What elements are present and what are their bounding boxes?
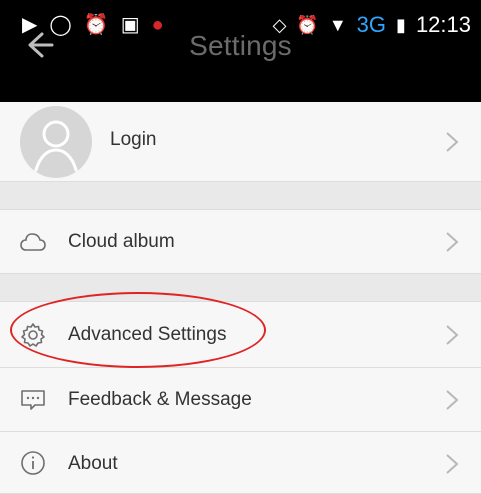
user-avatar-icon — [20, 106, 92, 178]
info-icon — [21, 451, 45, 475]
section-separator — [0, 274, 481, 302]
chevron-right-icon — [446, 454, 459, 474]
login-row[interactable]: Login — [0, 102, 481, 182]
cloud-album-label: Cloud album — [68, 231, 175, 252]
feedback-row[interactable]: Feedback & Message — [0, 368, 481, 432]
chat-bubble-icon — [21, 390, 45, 410]
chevron-right-icon — [446, 390, 459, 410]
gear-icon — [21, 323, 45, 347]
about-label: About — [68, 453, 118, 474]
chevron-right-icon — [446, 232, 459, 252]
feedback-label: Feedback & Message — [68, 389, 252, 410]
chevron-right-icon — [446, 132, 459, 152]
chevron-right-icon — [446, 325, 459, 345]
section-separator — [0, 182, 481, 210]
page-title: Settings — [189, 30, 292, 61]
app-top-bar: ▶ ◯ ⏰ ▣ ● ◇ ⏰ ▼ 3G ▮ 12:13 Settings — [0, 0, 481, 102]
about-row[interactable]: About — [0, 432, 481, 494]
cloud-icon — [20, 233, 46, 251]
cloud-album-row[interactable]: Cloud album — [0, 210, 481, 274]
advanced-settings-label: Advanced Settings — [68, 324, 227, 345]
login-label: Login — [110, 129, 157, 150]
advanced-settings-row[interactable]: Advanced Settings — [0, 302, 481, 368]
